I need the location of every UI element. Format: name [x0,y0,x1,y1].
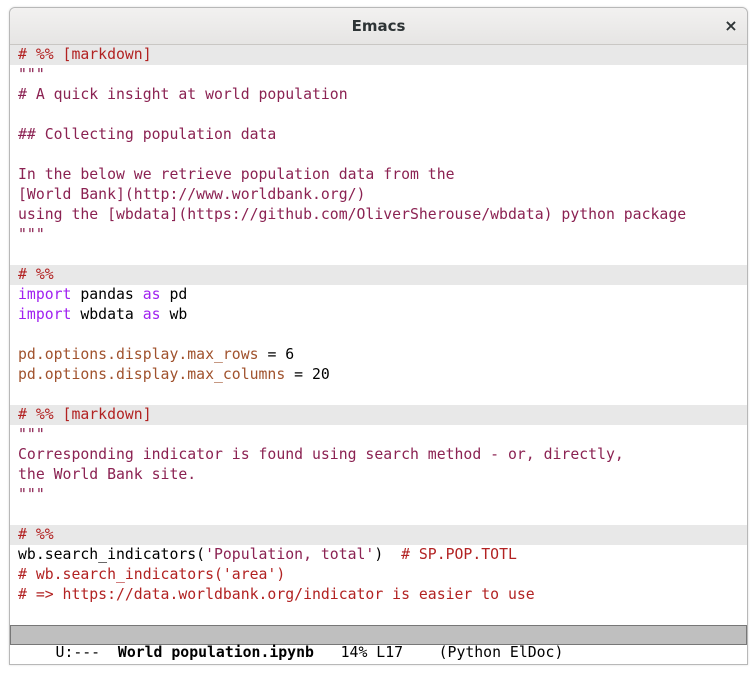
code-line[interactable]: # A quick insight at world population [10,85,747,105]
code-line[interactable] [10,325,747,345]
code-line[interactable]: """ [10,485,747,505]
code-line[interactable]: pd.options.display.max_columns = 20 [10,365,747,385]
code-token: = 6 [258,346,295,363]
code-line[interactable]: wb.search_indicators('Population, total'… [10,545,747,565]
code-token: ) [374,546,402,563]
code-token: as [142,306,161,323]
code-line[interactable] [10,105,747,125]
cell-marker-line[interactable]: # %% [markdown] [10,45,747,65]
cell-marker-line[interactable]: # %% [markdown] [10,405,747,425]
code-token: """ [18,426,45,443]
code-token: [World Bank](http://www.worldbank.org/) [18,186,366,203]
code-token: wbdata [71,306,143,323]
code-line[interactable]: ## Collecting population data [10,125,747,145]
code-token: # => https://data.worldbank.org/indicato… [18,586,535,603]
code-token: wb.search_indicators( [18,546,206,563]
code-token: import [18,306,72,323]
code-token: # %% [18,526,54,543]
buffer-status: U:--- [46,644,118,661]
buffer-position: 14% L17 [313,644,439,661]
editor-buffer[interactable]: # %% [markdown] """ # A quick insight at w… [10,45,747,625]
code-token: # SP.POP.TOTL [401,546,517,563]
code-token: """ [18,66,45,83]
code-line[interactable]: [World Bank](http://www.worldbank.org/) [10,185,747,205]
code-token: the World Bank site. [18,466,197,483]
code-token: # %% [markdown] [18,46,152,63]
mode-line: U:--- World population.ipynb 14% L17 (Py… [10,625,747,661]
major-mode[interactable]: (Python ElDoc) [439,644,564,661]
code-line[interactable] [10,385,747,405]
code-line[interactable]: import wbdata as wb [10,305,747,325]
cell-marker-line[interactable]: # %% [10,525,747,545]
code-line[interactable] [10,245,747,265]
code-token: pd.options.display.max_rows [18,346,259,363]
code-token: pd.options.display.max_columns [18,366,286,383]
code-token: """ [18,486,45,503]
code-token: wb [160,306,188,323]
code-line[interactable]: In the below we retrieve population data… [10,165,747,185]
code-token: # wb.search_indicators('area') [18,566,286,583]
title-bar[interactable]: Emacs × [10,8,747,45]
code-token: import [18,286,72,303]
code-token: pd [160,286,188,303]
close-icon[interactable]: × [721,16,741,36]
code-line[interactable] [10,605,747,625]
code-token: """ [18,226,45,243]
code-token: as [142,286,161,303]
code-line[interactable]: """ [10,425,747,445]
code-token: ## Collecting population data [18,126,277,143]
cell-marker-line[interactable]: # %% [10,265,747,285]
code-token: Corresponding indicator is found using s… [18,446,624,463]
code-line[interactable]: using the [wbdata](https://github.com/Ol… [10,205,747,225]
code-line[interactable] [10,505,747,525]
emacs-window: Emacs × # %% [markdown] """ # A quick insi… [9,7,748,665]
code-token: # A quick insight at world population [18,86,348,103]
code-token: = 20 [285,366,330,383]
code-token: # %% [markdown] [18,406,152,423]
code-token: # %% [18,266,54,283]
code-token: In the below we retrieve population data… [18,166,455,183]
code-line[interactable] [10,145,747,165]
code-token: 'Population, total' [205,546,375,563]
code-line[interactable]: """ [10,65,747,85]
code-line[interactable]: # wb.search_indicators('area') [10,565,747,585]
code-line[interactable]: """ [10,225,747,245]
code-line[interactable]: import pandas as pd [10,285,747,305]
buffer-name[interactable]: World population.ipynb [118,644,314,661]
code-line[interactable]: pd.options.display.max_rows = 6 [10,345,747,365]
code-line[interactable]: the World Bank site. [10,465,747,485]
window-title: Emacs [351,17,406,35]
code-token: pandas [71,286,143,303]
code-token: using the [wbdata](https://github.com/Ol… [18,206,687,223]
code-line[interactable]: # => https://data.worldbank.org/indicato… [10,585,747,605]
code-line[interactable]: Corresponding indicator is found using s… [10,445,747,465]
